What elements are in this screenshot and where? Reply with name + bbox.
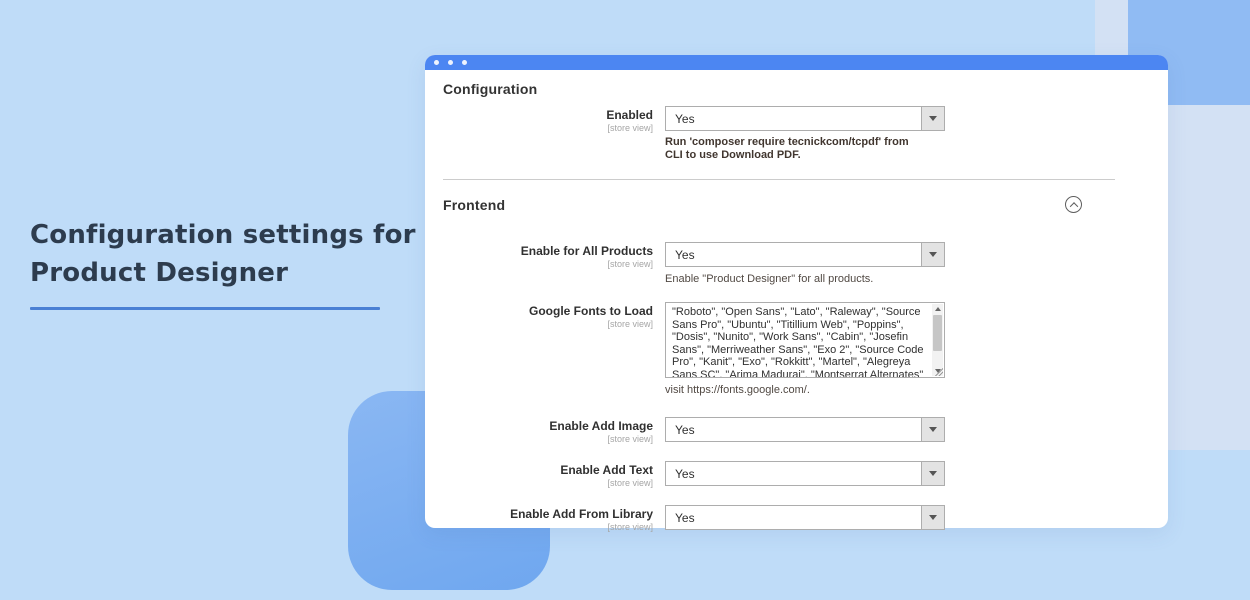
window-dot-icon[interactable] (448, 60, 453, 65)
field-input-col: Yes (665, 417, 945, 445)
chevron-down-icon[interactable] (921, 462, 944, 485)
browser-window: Configuration Enabled [store view] Yes R… (425, 55, 1168, 528)
field-row-enable-all-products: Enable for All Products [store view] Yes… (443, 242, 1115, 286)
chevron-down-icon[interactable] (921, 418, 944, 441)
select-value: Yes (675, 467, 695, 481)
enable-add-image-select[interactable]: Yes (665, 417, 945, 442)
field-row-enable-add-text: Enable Add Text [store view] Yes (443, 461, 1115, 489)
field-label-col: Enable Add Text [store view] (443, 461, 653, 489)
field-scope-label: [store view] (443, 123, 653, 134)
field-scope-label: [store view] (443, 319, 653, 330)
field-row-enabled: Enabled [store view] Yes Run 'composer r… (443, 106, 1115, 162)
textarea-scrollbar[interactable] (932, 304, 943, 376)
config-page: Configuration Enabled [store view] Yes R… (425, 70, 1168, 533)
field-label: Enable for All Products (443, 245, 653, 258)
section-title-frontend: Frontend (443, 197, 505, 213)
field-row-google-fonts: Google Fonts to Load [store view] "Robot… (443, 302, 1115, 397)
field-label: Google Fonts to Load (443, 305, 653, 318)
enable-add-from-library-select[interactable]: Yes (665, 505, 945, 530)
field-row-enable-add-image: Enable Add Image [store view] Yes (443, 417, 1115, 445)
frontend-section-header: Frontend (443, 196, 1115, 213)
section-divider (443, 179, 1115, 180)
enable-add-text-select[interactable]: Yes (665, 461, 945, 486)
select-value: Yes (675, 112, 695, 126)
field-scope-label: [store view] (443, 434, 653, 445)
window-titlebar (425, 55, 1168, 70)
hero-underline (30, 307, 380, 310)
field-label-col: Google Fonts to Load [store view] (443, 302, 653, 397)
field-input-col: Yes Enable "Product Designer" for all pr… (665, 242, 945, 286)
enable-all-products-select[interactable]: Yes (665, 242, 945, 267)
field-comment: Enable "Product Designer" for all produc… (665, 273, 945, 286)
field-scope-label: [store view] (443, 259, 653, 270)
section-title-configuration: Configuration (443, 81, 1115, 97)
field-row-enable-add-from-library: Enable Add From Library [store view] Yes (443, 505, 1115, 533)
select-value: Yes (675, 511, 695, 525)
page-background: { "colors": { "background": "#bfdcf8", "… (0, 0, 1250, 600)
enabled-select[interactable]: Yes (665, 106, 945, 131)
field-input-col: Yes (665, 505, 945, 533)
hero-title-line1: Configuration settings for (30, 220, 416, 250)
window-dot-icon[interactable] (434, 60, 439, 65)
window-dot-icon[interactable] (462, 60, 467, 65)
hero-section: Configuration settings for Product Desig… (30, 216, 430, 310)
field-input-col: Yes (665, 461, 945, 489)
google-fonts-textarea[interactable]: "Roboto", "Open Sans", "Lato", "Raleway"… (665, 302, 945, 378)
hero-title: Configuration settings for Product Desig… (30, 216, 430, 292)
field-scope-label: [store view] (443, 522, 653, 533)
field-label-col: Enabled [store view] (443, 106, 653, 162)
chevron-down-icon[interactable] (921, 243, 944, 266)
field-input-col: "Roboto", "Open Sans", "Lato", "Raleway"… (665, 302, 945, 397)
chevron-down-icon[interactable] (921, 107, 944, 130)
collapse-section-icon[interactable] (1065, 196, 1082, 213)
field-label: Enable Add Text (443, 464, 653, 477)
field-comment: visit https://fonts.google.com/. (665, 384, 945, 397)
field-note: Run 'composer require tecnickcom/tcpdf' … (665, 136, 929, 162)
field-input-col: Yes Run 'composer require tecnickcom/tcp… (665, 106, 945, 162)
scrollbar-thumb[interactable] (933, 315, 942, 351)
field-label-col: Enable Add Image [store view] (443, 417, 653, 445)
field-label: Enable Add From Library (443, 508, 653, 521)
select-value: Yes (675, 248, 695, 262)
chevron-down-icon[interactable] (921, 506, 944, 529)
field-label-col: Enable for All Products [store view] (443, 242, 653, 286)
field-label: Enable Add Image (443, 420, 653, 433)
select-value: Yes (675, 423, 695, 437)
field-label-col: Enable Add From Library [store view] (443, 505, 653, 533)
hero-title-line2: Product Designer (30, 258, 288, 288)
field-label: Enabled (443, 109, 653, 122)
resize-grip-icon[interactable] (934, 367, 943, 376)
field-scope-label: [store view] (443, 478, 653, 489)
chevron-up-icon (1069, 202, 1077, 210)
textarea-value: "Roboto", "Open Sans", "Lato", "Raleway"… (666, 305, 931, 377)
scroll-up-icon[interactable] (932, 304, 943, 314)
